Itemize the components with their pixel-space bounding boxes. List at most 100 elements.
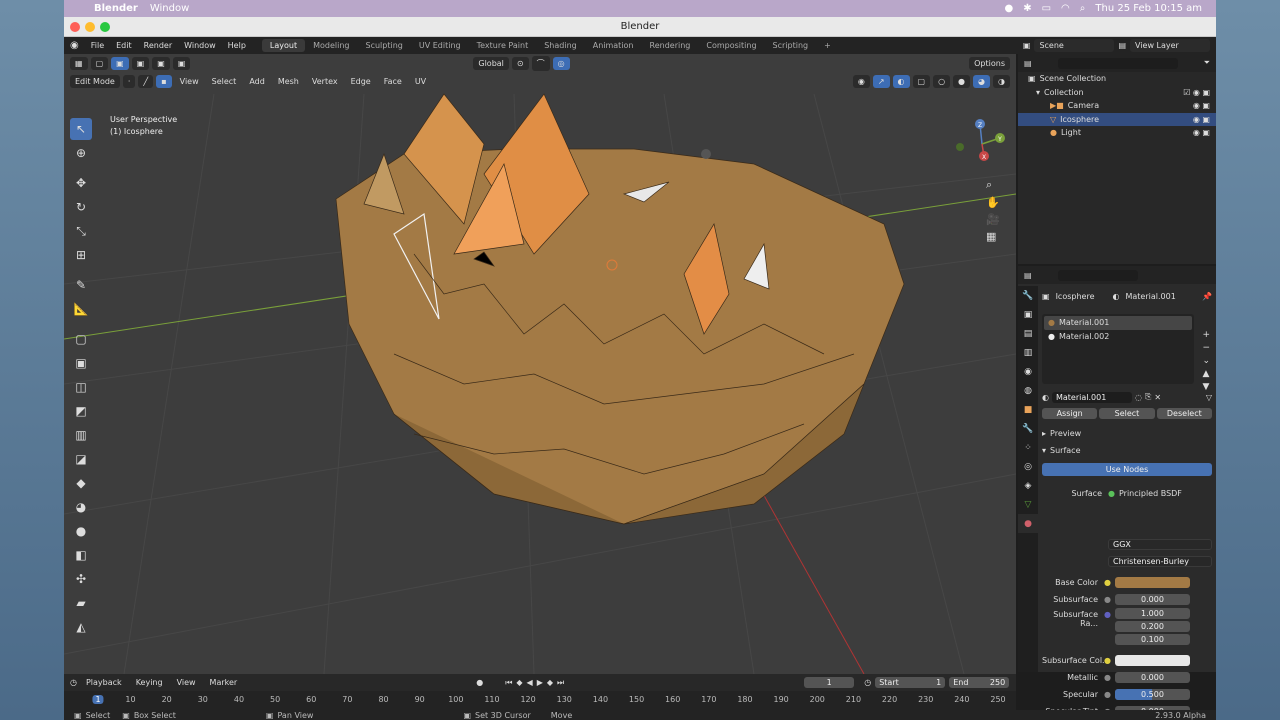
snap-icon[interactable]: ⌒ [531, 55, 550, 71]
surface-panel-header[interactable]: ▾ Surface [1042, 444, 1212, 458]
preview-panel-header[interactable]: ▸ Preview [1042, 427, 1212, 441]
view-layer-selector[interactable]: View Layer [1130, 39, 1210, 52]
gizmo-icon[interactable]: ↗ [872, 74, 890, 88]
shrink-fatten-tool-icon[interactable]: ✣ [70, 568, 92, 590]
jump-prev-keyframe-icon[interactable]: ◆ [516, 678, 522, 687]
record-icon[interactable]: ● [1004, 3, 1013, 14]
outliner-item-icosphere[interactable]: ▽ Icosphere ◉ ▣ [1018, 112, 1216, 126]
assign-button[interactable]: Assign [1042, 408, 1098, 419]
knife-tool-icon[interactable]: ◪ [70, 448, 92, 470]
light-visibility-icons[interactable]: ◉ ▣ [1193, 128, 1210, 137]
tab-layout[interactable]: Layout [261, 39, 306, 52]
shear-tool-icon[interactable]: ▰ [70, 592, 92, 614]
axis-gizmo[interactable]: Z Y X [952, 114, 1012, 174]
mode-dropdown[interactable]: Edit Mode [70, 74, 120, 88]
tool-tab-icon[interactable]: 🔧 [1018, 286, 1038, 305]
collection-row[interactable]: ▾ Collection ☑ ◉ ▣ [1018, 86, 1216, 100]
material-name-field[interactable]: Material.001 [1051, 391, 1132, 403]
render-tab-icon[interactable]: ▣ [1018, 305, 1038, 324]
preview-range-icon[interactable]: ◷ [864, 678, 871, 687]
cursor-tool-icon[interactable]: ⊕ [70, 142, 92, 164]
visibility-icon[interactable]: ◉ [852, 74, 870, 88]
bevel-tool-icon[interactable]: ◩ [70, 400, 92, 422]
add-workspace-button[interactable]: + [816, 39, 839, 52]
camera-view-icon[interactable]: 🎥 [986, 213, 1012, 226]
select-button[interactable]: Select [1099, 408, 1155, 419]
modifier-tab-icon[interactable]: 🔧 [1018, 419, 1038, 438]
material-slot-2[interactable]: ● Material.002 [1044, 330, 1192, 344]
tab-compositing[interactable]: Compositing [698, 39, 764, 52]
surface-shader-value[interactable]: Principled BSDF [1119, 489, 1182, 498]
outliner-editor-icon[interactable]: ▤ [1024, 59, 1032, 68]
subsurface-color-swatch[interactable] [1114, 655, 1190, 666]
add-cube-tool-icon[interactable]: ▢ [70, 328, 92, 350]
tab-scripting[interactable]: Scripting [765, 39, 817, 52]
orientation-dropdown[interactable]: Global [473, 56, 509, 70]
menu-add[interactable]: Add [244, 77, 270, 86]
select-mode-subtract-icon[interactable]: ▣ [152, 56, 170, 70]
options-dropdown[interactable]: Options [969, 56, 1010, 70]
measure-tool-icon[interactable]: 📐 [70, 298, 92, 320]
scale-tool-icon[interactable]: ⤡ [70, 220, 92, 242]
slot-specials-button[interactable]: ⌄ [1202, 356, 1210, 366]
clock[interactable]: Thu 25 Feb 10:15 am [1095, 3, 1202, 14]
tab-rendering[interactable]: Rendering [642, 39, 699, 52]
fake-user-icon[interactable]: ◌ [1135, 393, 1142, 402]
add-slot-button[interactable]: + [1202, 330, 1210, 340]
constraints-tab-icon[interactable]: ◈ [1018, 476, 1038, 495]
tab-sculpting[interactable]: Sculpting [358, 39, 411, 52]
wireframe-shading-icon[interactable]: ○ [933, 74, 951, 88]
start-frame-field[interactable]: Start 1 [875, 677, 946, 688]
scene-tab-icon[interactable]: ◉ [1018, 362, 1038, 381]
menu-vertex[interactable]: Vertex [307, 77, 343, 86]
view-layer-tab-icon[interactable]: ▥ [1018, 343, 1038, 362]
deselect-button[interactable]: Deselect [1156, 408, 1212, 419]
menu-render[interactable]: Render [138, 41, 178, 50]
unlink-material-icon[interactable]: ✕ [1154, 393, 1161, 402]
play-icon[interactable]: ▶ [537, 678, 543, 687]
subsurface-method-dropdown[interactable]: Christensen-Burley [1108, 556, 1212, 567]
3d-viewport[interactable]: ▦ ▢ ▣ ▣ ▣ ▣ Global ⊙ ⌒ ◎ Options Edit Mo… [64, 54, 1016, 674]
search-icon[interactable]: ⌕ [1080, 3, 1086, 14]
metallic-field[interactable]: 0.000 [1114, 672, 1190, 683]
tab-texture-paint[interactable]: Texture Paint [469, 39, 537, 52]
tab-animation[interactable]: Animation [585, 39, 642, 52]
transform-tool-icon[interactable]: ⊞ [70, 244, 92, 266]
move-tool-icon[interactable]: ✥ [70, 172, 92, 194]
specular-slider[interactable]: 0.500 [1114, 689, 1190, 700]
rip-tool-icon[interactable]: ◭ [70, 616, 92, 638]
menu-window[interactable]: Window [178, 41, 222, 50]
link-dropdown-icon[interactable]: ▽ [1206, 393, 1212, 402]
overlay-icon[interactable]: ◐ [892, 74, 910, 88]
menu-help[interactable]: Help [222, 41, 252, 50]
menu-timeline-view[interactable]: View [172, 678, 201, 687]
menu-select[interactable]: Select [207, 77, 242, 86]
select-mode-extend-icon[interactable]: ▣ [131, 56, 150, 70]
grid-ortho-icon[interactable]: ▦ [986, 230, 1012, 243]
face-select-icon[interactable]: ▪ [156, 74, 172, 88]
camera-visibility-icons[interactable]: ◉ ▣ [1193, 101, 1210, 110]
minimize-window-button[interactable] [85, 22, 95, 32]
edge-slide-tool-icon[interactable]: ◧ [70, 544, 92, 566]
pan-hand-icon[interactable]: ✋ [986, 196, 1012, 209]
current-frame-field[interactable]: 1 [804, 677, 855, 688]
play-reverse-icon[interactable]: ◀ [527, 678, 533, 687]
subsurface-radius-z-field[interactable]: 0.100 [1114, 634, 1190, 645]
timeline-ruler[interactable]: 1 10 20 30 40 50 60 70 80 90 100 110 120 130 140 150 160… [64, 691, 1016, 710]
window-menu[interactable]: Window [150, 3, 189, 14]
base-color-swatch[interactable] [1114, 577, 1190, 588]
light-object[interactable] [701, 149, 711, 159]
particles-tab-icon[interactable]: ⁘ [1018, 438, 1038, 457]
menu-face[interactable]: Face [379, 77, 407, 86]
expand-icon[interactable]: ▾ [1036, 88, 1040, 97]
select-box-icon[interactable]: ▢ [90, 56, 109, 70]
annotate-tool-icon[interactable]: ✎ [70, 274, 92, 296]
loop-cut-tool-icon[interactable]: ▥ [70, 424, 92, 446]
menu-uv[interactable]: UV [410, 77, 431, 86]
xray-icon[interactable]: ▢ [912, 74, 931, 88]
collection-visibility-icons[interactable]: ☑ ◉ ▣ [1183, 88, 1210, 97]
data-tab-icon[interactable]: ▽ [1018, 495, 1038, 514]
select-tool-icon[interactable]: ↖ [70, 118, 92, 140]
wifi-icon[interactable]: ◠ [1061, 3, 1070, 14]
outliner-item-light[interactable]: ● Light ◉ ▣ [1018, 126, 1216, 140]
